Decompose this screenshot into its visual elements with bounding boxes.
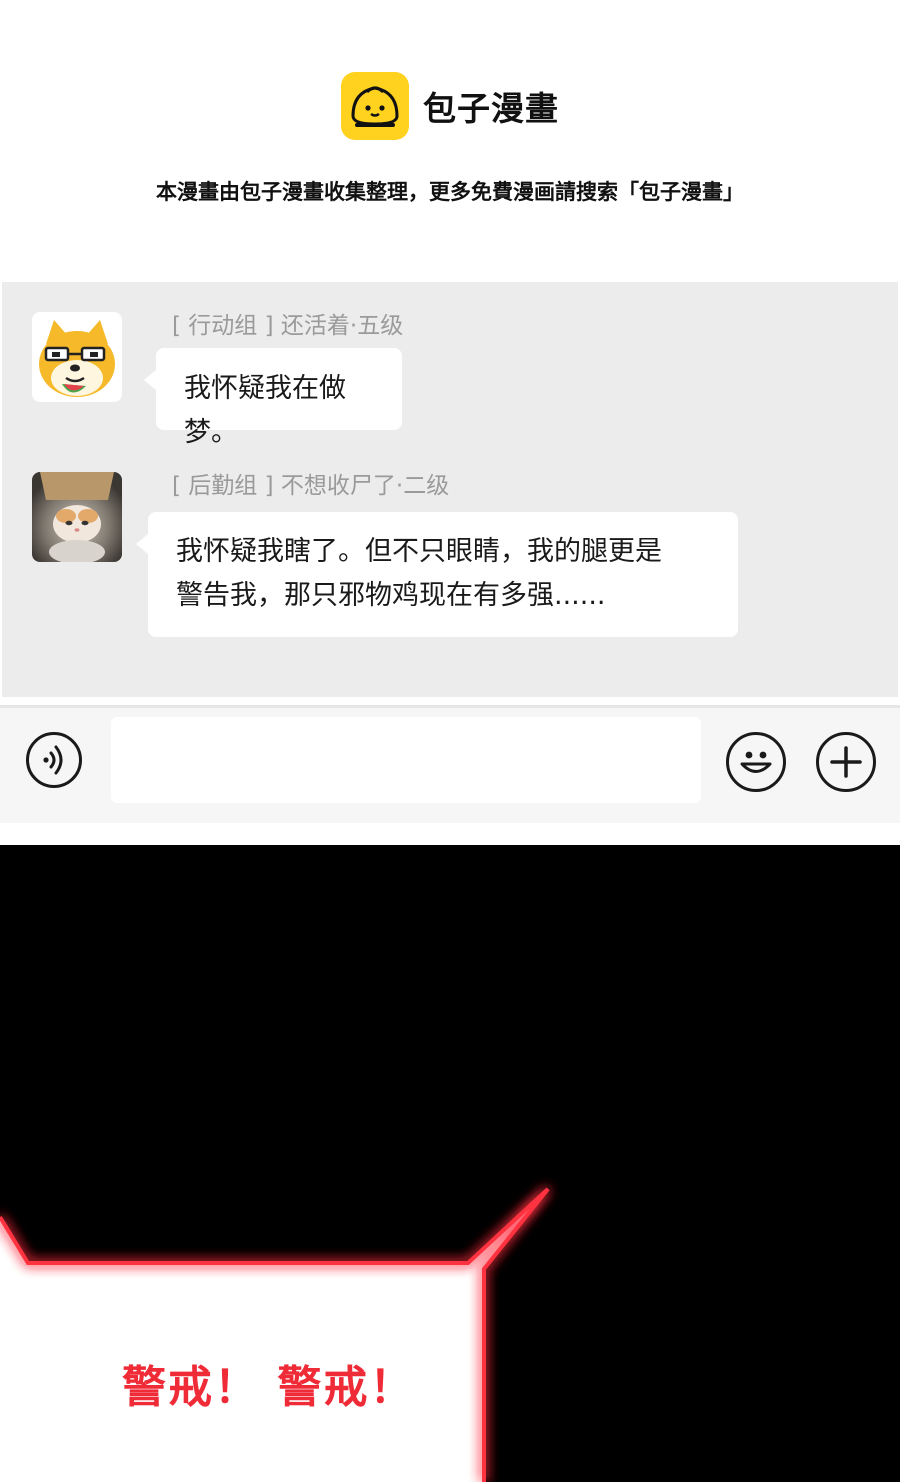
- shiba-dog-avatar[interactable]: [32, 312, 122, 402]
- plus-icon: [830, 746, 862, 778]
- watermark-header: 包子漫畫 本漫畫由包子漫畫收集整理，更多免費漫画請搜索「包子漫畫」: [0, 0, 900, 282]
- steamed-bun-icon: [341, 72, 409, 140]
- voice-button[interactable]: [26, 732, 82, 788]
- chat-area: [ 行动组 ] 还活着·五级 我怀疑我在做梦。 [ 后勤组 ] 不想收尸了·二级: [2, 282, 898, 697]
- sender-name: [ 行动组 ] 还活着·五级: [172, 313, 404, 339]
- message-text-line: 我怀疑我瞎了。但不只眼睛，我的腿更是: [176, 536, 662, 567]
- message-text: 我怀疑我在做梦。: [184, 373, 346, 448]
- voice-icon: [43, 745, 63, 775]
- cat-photo-avatar[interactable]: [32, 472, 122, 562]
- smiley-icon: [740, 751, 772, 773]
- input-bar-divider: [0, 705, 900, 708]
- sender-name: [ 后勤组 ] 不想收尸了·二级: [172, 473, 450, 499]
- logo-row: 包子漫畫: [0, 70, 900, 142]
- comic-panel: 警戒！ 警戒！: [0, 845, 900, 1482]
- message-text-line: 警告我，那只邪物鸡现在有多强......: [176, 580, 606, 611]
- message-bubble: 我怀疑我瞎了。但不只眼睛，我的腿更是 警告我，那只邪物鸡现在有多强......: [136, 512, 738, 637]
- alert-text: 警戒！ 警戒！: [122, 1362, 416, 1413]
- message-bubble: 我怀疑我在做梦。: [144, 348, 402, 448]
- message-input[interactable]: [111, 717, 701, 803]
- plus-button[interactable]: [816, 732, 876, 792]
- site-tagline: 本漫畫由包子漫畫收集整理，更多免費漫画請搜索「包子漫畫」: [156, 180, 744, 204]
- logo-title: 包子漫畫: [423, 89, 559, 128]
- emoji-button[interactable]: [726, 732, 786, 792]
- chat-input-bar: [0, 705, 900, 823]
